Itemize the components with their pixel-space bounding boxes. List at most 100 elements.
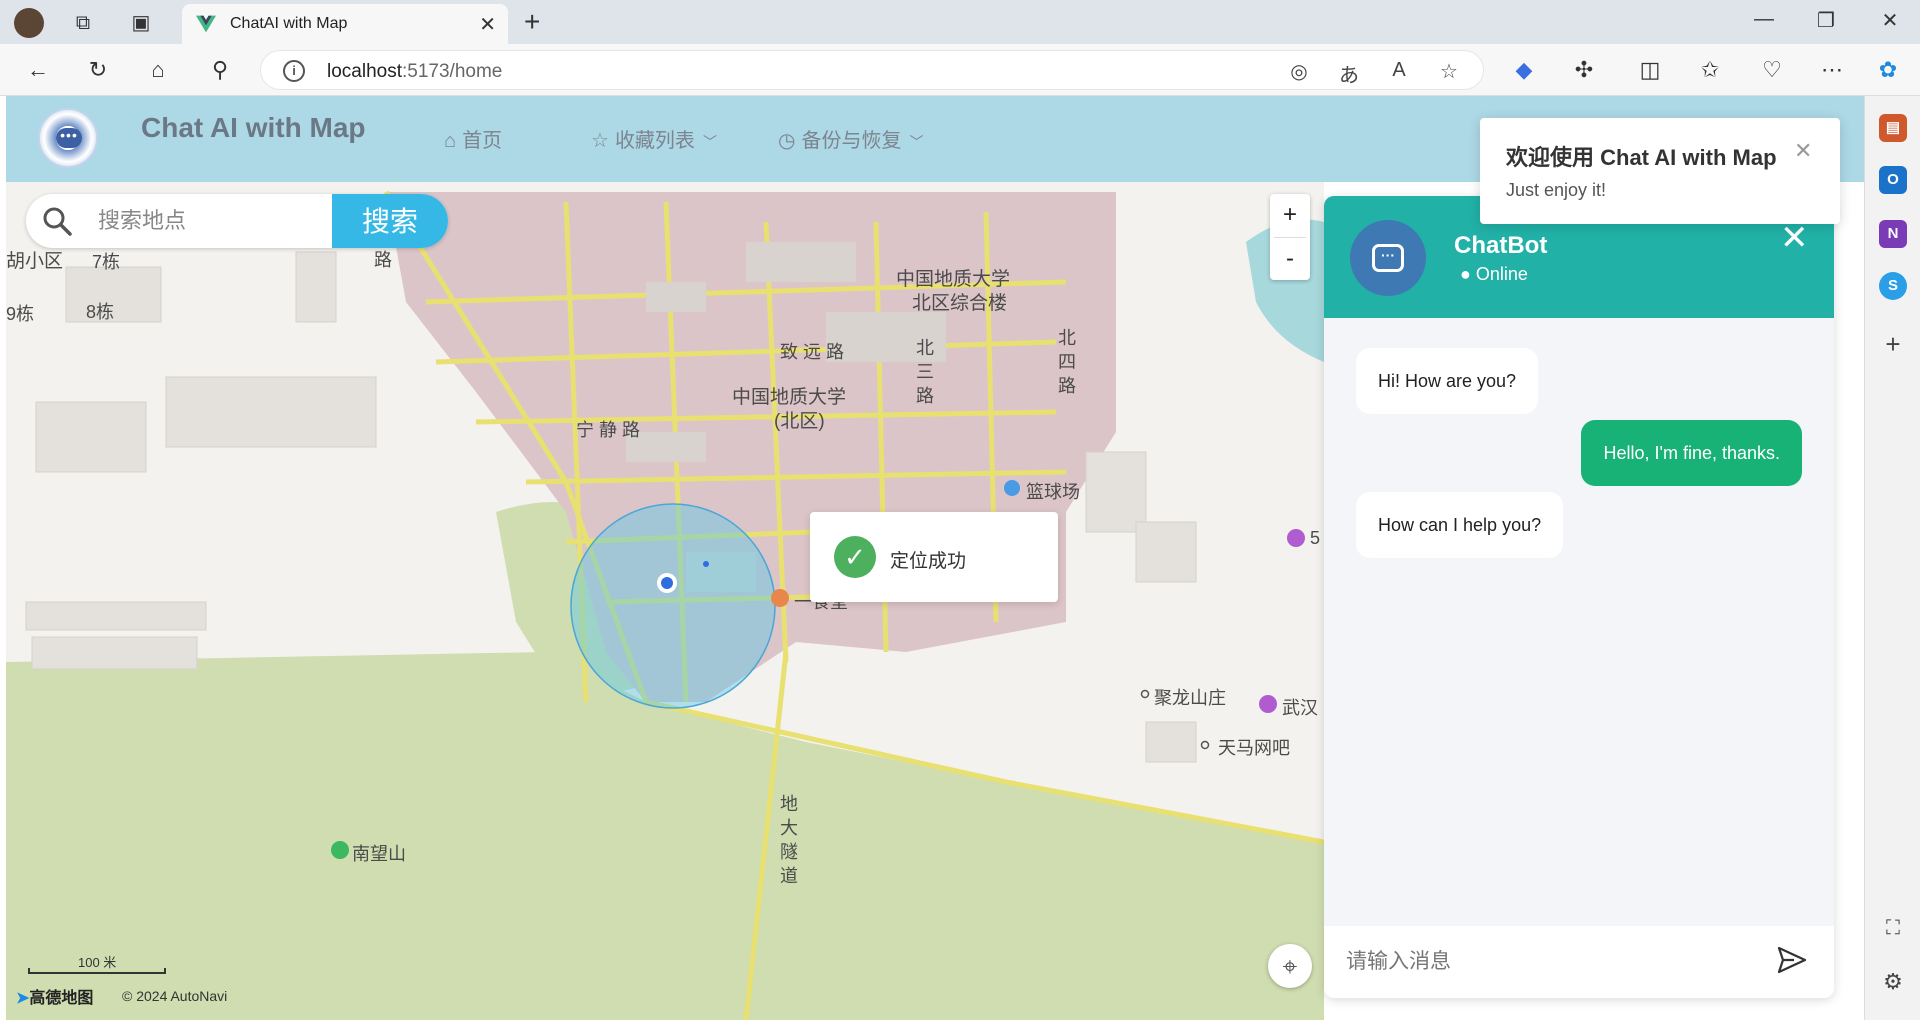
map-label-hu-xiaoqu: 胡小区 [6, 251, 64, 272]
edge-sidebar: ▤ O N S + ⛶ ⚙ [1864, 96, 1920, 1020]
map-label-building-9: 9栋 [6, 304, 35, 324]
app-logo: ••• [38, 108, 98, 168]
minimize-icon[interactable]: — [1744, 8, 1784, 31]
back-icon[interactable]: ← [24, 56, 52, 84]
favorite-icon[interactable]: ☆ [1435, 59, 1463, 84]
chat-close-icon[interactable]: ✕ [1780, 218, 1809, 258]
locate-button[interactable]: ⌖ [1268, 944, 1312, 988]
amap-arrow-icon: ➤ [16, 990, 30, 1007]
menu-favorites[interactable]: ☆ 收藏列表 ﹀ [591, 124, 717, 153]
home-nav-icon[interactable]: ⌂ [144, 56, 172, 84]
chat-panel: ··· ChatBot ● Online ✕ Hi! How are you? … [1324, 196, 1834, 998]
map-label-bei4-road: 北四路 [1058, 328, 1076, 396]
app-title: Chat AI with Map [141, 112, 366, 143]
extension-shield-icon[interactable]: ◆ [1510, 56, 1538, 84]
url-host: localhost [327, 61, 402, 82]
map-view[interactable]: 胡小区 7栋 9栋 8栋 路 中国地质大学 北区综合楼 致 远 路 北三路 北四… [6, 182, 1324, 1020]
vertical-tabs-icon[interactable]: ▣ [128, 10, 154, 36]
map-label-ningjing-road: 宁 静 路 [576, 420, 641, 440]
chevron-down-icon: ﹀ [702, 134, 717, 150]
zoom-out-button[interactable]: - [1270, 238, 1310, 280]
map-label-zhiyuan-road: 致 远 路 [780, 342, 845, 362]
chat-input-area [1324, 926, 1834, 998]
chatbot-status-text: Online [1475, 264, 1528, 284]
map-label-cugb-2: (北区) [774, 411, 825, 432]
search-button[interactable]: 搜索 [332, 194, 448, 248]
menu-home[interactable]: ⌂ 首页 [444, 124, 502, 153]
search-box: 搜索 [26, 194, 448, 248]
chat-message-bot: Hi! How are you? [1356, 348, 1539, 414]
menu-home-label: 首页 [462, 130, 503, 152]
map-label-tianma: 天马网吧 [1218, 738, 1290, 758]
toast-message: 定位成功 [890, 551, 967, 572]
home-icon: ⌂ [444, 130, 457, 152]
map-canvas [6, 190, 1324, 1020]
chat-message-input[interactable] [1344, 944, 1744, 980]
search-input[interactable] [96, 206, 336, 236]
check-icon: ✓ [834, 536, 876, 578]
settings-icon[interactable]: ⚙ [1879, 968, 1907, 996]
notification-title: 欢迎使用 Chat AI with Map [1506, 145, 1777, 170]
chevron-down-icon: ﹀ [909, 134, 924, 150]
clock-icon: ◷ [778, 130, 796, 152]
map-label-north-complex-2: 北区综合楼 [912, 293, 1008, 314]
read-aloud-icon[interactable]: A [1385, 59, 1413, 82]
browser-tab[interactable]: ChatAI with Map ✕ [182, 4, 508, 44]
zoom-control: + - [1270, 194, 1310, 280]
map-label-tunnel: 地大隧道 [780, 794, 798, 886]
chatbot-name: ChatBot [1454, 232, 1548, 259]
menu-favorites-label: 收藏列表 [614, 130, 695, 152]
new-tab-icon[interactable]: + [524, 6, 540, 38]
chat-bubble-icon: ••• [56, 128, 82, 148]
screenshot-icon[interactable]: ⛶ [1879, 914, 1907, 942]
map-label-building-7: 7栋 [92, 252, 121, 272]
map-label-nanwang: 南望山 [352, 844, 406, 864]
split-screen-icon[interactable]: ◫ [1636, 56, 1664, 84]
refresh-icon[interactable]: ↻ [84, 56, 112, 84]
location-icon[interactable]: ◎ [1285, 59, 1313, 84]
address-bar[interactable]: i localhost:5173/home ◎ あ A ☆ [260, 50, 1484, 90]
map-label-five: 5 [1310, 528, 1321, 548]
profile-avatar[interactable] [14, 8, 44, 38]
tools-icon[interactable]: ▤ [1879, 114, 1907, 142]
menu-backup[interactable]: ◷ 备份与恢复 ﹀ [778, 124, 923, 153]
add-sidebar-icon[interactable]: + [1879, 330, 1907, 358]
site-info-icon[interactable]: i [283, 60, 305, 82]
favorites-icon[interactable]: ✩ [1696, 56, 1724, 84]
restore-icon[interactable]: ❐ [1806, 8, 1846, 33]
copilot-icon[interactable]: ✿ [1874, 56, 1902, 84]
chatbot-avatar: ··· [1350, 220, 1426, 296]
chat-bubble-icon: ··· [1372, 244, 1404, 272]
performance-icon[interactable]: ♡ [1758, 56, 1786, 84]
outlook-icon[interactable]: O [1879, 166, 1907, 194]
window-close-icon[interactable]: ✕ [1870, 8, 1910, 33]
extensions-icon[interactable]: ✣ [1570, 56, 1598, 84]
map-label-road: 路 [374, 250, 392, 270]
more-icon[interactable]: ⋯ [1818, 56, 1846, 84]
workspaces-icon[interactable]: ⧉ [70, 10, 96, 36]
chat-message-user: Hello, I'm fine, thanks. [1581, 420, 1802, 486]
browser-toolbar: ← ↻ ⌂ ⚲ i localhost:5173/home ◎ あ A ☆ ◆ … [0, 44, 1920, 96]
map-scale-bar [28, 968, 166, 974]
welcome-notification: 欢迎使用 Chat AI with Map Just enjoy it! ✕ [1480, 118, 1840, 224]
search-icon [43, 207, 72, 236]
map-label-basketball: 篮球场 [1026, 482, 1080, 502]
map-label-bei3-road: 北三路 [916, 338, 934, 406]
search-nav-icon[interactable]: ⚲ [206, 56, 234, 84]
map-label-north-complex-1: 中国地质大学 [896, 269, 1011, 290]
url-text: localhost:5173/home [327, 61, 502, 83]
skype-icon[interactable]: S [1879, 272, 1907, 300]
location-success-toast: ✓ 定位成功 [810, 512, 1058, 602]
send-icon[interactable] [1776, 944, 1808, 976]
zoom-in-button[interactable]: + [1270, 194, 1310, 236]
onenote-icon[interactable]: N [1879, 220, 1907, 248]
chatbot-status: ● Online [1460, 264, 1528, 284]
notification-close-icon[interactable]: ✕ [1794, 138, 1812, 164]
tab-close-icon[interactable]: ✕ [479, 12, 496, 37]
app-page: ••• Chat AI with Map ⌂ 首页 ☆ 收藏列表 ﹀ ◷ 备份与恢复 ﹀ [6, 96, 1864, 1020]
notification-text: Just enjoy it! [1506, 180, 1607, 200]
url-path: :5173/home [402, 61, 503, 82]
amap-brand: 高德地图 [29, 990, 94, 1007]
tab-title: ChatAI with Map [230, 15, 348, 32]
translate-icon[interactable]: あ [1335, 59, 1363, 88]
